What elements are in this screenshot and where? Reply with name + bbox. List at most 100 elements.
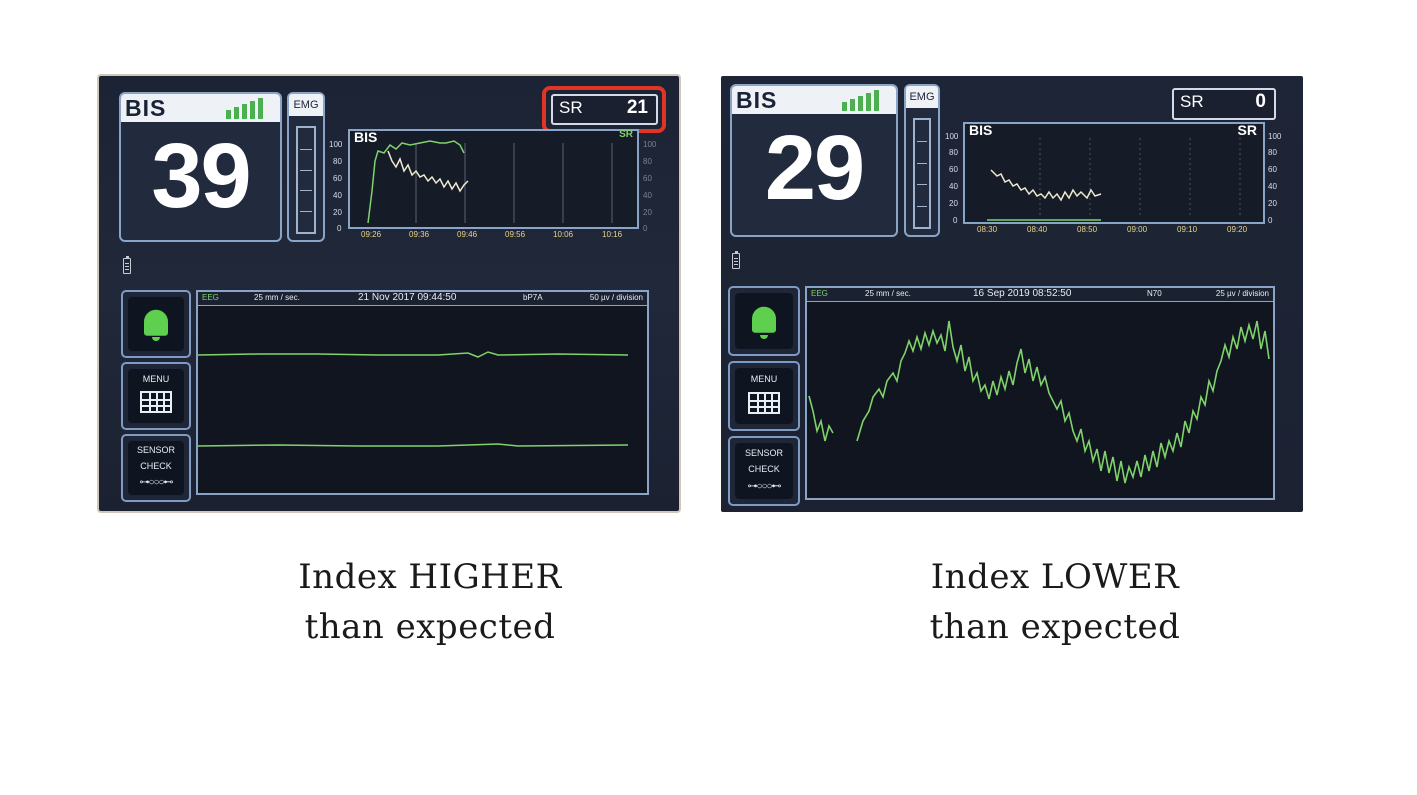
time-tick: 09:56 [505,230,526,239]
emg-panel: EMG [287,92,325,242]
caption-right-line1: Index LOWER [930,557,1180,597]
bell-icon [752,306,776,333]
y-tick: 60 [333,174,342,183]
y-tick: 20 [1268,199,1277,208]
sensor-label: SENSOR [744,448,783,458]
menu-grid-icon [140,391,172,413]
time-tick: 09:20 [1227,225,1248,234]
sr-value: 21 [626,97,648,118]
bis-header: BIS [121,94,280,122]
check-label: CHECK [748,464,780,474]
eeg-tag: EEG [811,289,828,298]
caption-right-line2: than expected [929,607,1181,647]
caption-left: Index HIGHER than expected [230,552,630,652]
eeg-datetime: 16 Sep 2019 08:52:50 [973,288,1072,299]
time-tick: 10:16 [602,230,623,239]
y-tick: 100 [643,140,657,149]
emg-label: EMG [906,86,938,108]
y-tick: 20 [643,208,652,217]
menu-label: MENU [142,374,170,384]
time-tick: 09:26 [361,230,382,239]
y-tick: 60 [1268,165,1277,174]
sensor-check-button[interactable]: SENSOR CHECK ⊶○○○⊷ [728,436,800,506]
caption-left-line1: Index HIGHER [298,557,562,597]
y-tick: 40 [1268,182,1277,191]
y-tick: 100 [945,132,959,141]
time-tick: 09:36 [409,230,430,239]
battery-icon [732,251,740,269]
time-tick: 09:10 [1177,225,1198,234]
y-tick: 0 [953,216,958,225]
y-tick: 20 [949,199,958,208]
eeg-code: N70 [1147,289,1162,298]
sensor-check-icon: ⊶○○○⊷ [747,481,781,492]
battery-icon [123,256,131,274]
bell-icon [144,309,168,336]
check-label: CHECK [140,461,172,471]
y-tick: 40 [949,182,958,191]
y-tick: 100 [1268,132,1282,141]
sr-value: 0 [1255,91,1266,112]
time-tick: 08:40 [1027,225,1048,234]
y-tick: 80 [333,157,342,166]
bis-value: 29 [764,117,865,219]
trend-plot [367,140,613,224]
sensor-label: SENSOR [136,445,175,455]
eeg-header: EEG 25 mm / sec. 21 Nov 2017 09:44:50 bP… [198,292,647,306]
y-tick: 20 [333,208,342,217]
y-tick: 40 [333,191,342,200]
caption-left-line2: than expected [304,607,556,647]
y-tick: 80 [643,157,652,166]
eeg-waveform [808,320,1270,484]
bis-index-panel: BIS 29 [730,84,898,237]
eeg-scale: 25 µv / division [1215,289,1269,298]
eeg-waveform-panel: EEG 25 mm / sec. 16 Sep 2019 08:52:50 N7… [805,286,1275,500]
signal-quality-icon [226,97,274,119]
eeg-speed: 25 mm / sec. [254,293,300,302]
bis-monitor-left: BIS 39 EMG SR 21 BIS SR 100 80 60 40 20 … [99,76,679,511]
y-tick: 0 [643,224,648,233]
y-tick: 80 [1268,148,1277,157]
emg-label: EMG [289,94,323,116]
caption-right: Index LOWER than expected [855,552,1255,652]
emg-meter [913,118,931,229]
bis-trend-graph: BIS SR [963,122,1265,224]
y-tick: 0 [337,224,342,233]
y-tick: 80 [949,148,958,157]
signal-quality-icon [842,89,890,111]
eeg-datetime: 21 Nov 2017 09:44:50 [358,292,457,303]
y-tick: 60 [949,165,958,174]
time-tick: 09:46 [457,230,478,239]
sensor-check-icon: ⊶○○○⊷ [139,477,173,488]
trend-plot [987,138,1241,221]
menu-label: MENU [750,374,778,384]
bis-label: BIS [736,87,778,113]
eeg-tag: EEG [202,293,219,302]
alarm-button[interactable] [728,286,800,356]
bis-label: BIS [125,95,167,121]
time-tick: 08:50 [1077,225,1098,234]
eeg-waveform [198,351,629,447]
alarm-button[interactable] [121,290,191,358]
y-tick: 0 [1268,216,1273,225]
bis-header: BIS [732,86,896,114]
sensor-check-button[interactable]: SENSOR CHECK ⊶○○○⊷ [121,434,191,502]
bis-value: 39 [151,125,251,227]
menu-button[interactable]: MENU [728,361,800,431]
eeg-scale: 50 µv / division [589,293,643,302]
time-tick: 10:06 [553,230,574,239]
eeg-speed: 25 mm / sec. [865,289,911,298]
menu-grid-icon [748,392,780,414]
eeg-code: bP7A [523,293,543,302]
bis-trend-graph: BIS SR [348,129,639,229]
time-tick: 09:00 [1127,225,1148,234]
emg-panel: EMG [904,84,940,237]
emg-meter [296,126,316,234]
sr-panel: SR 21 [551,94,658,125]
bis-index-panel: BIS 39 [119,92,282,242]
sr-label: SR [559,98,583,117]
y-tick: 40 [643,191,652,200]
eeg-header: EEG 25 mm / sec. 16 Sep 2019 08:52:50 N7… [807,288,1273,302]
menu-button[interactable]: MENU [121,362,191,430]
bis-monitor-right: BIS 29 EMG SR 0 BIS SR 100 80 60 40 20 0… [721,76,1303,512]
